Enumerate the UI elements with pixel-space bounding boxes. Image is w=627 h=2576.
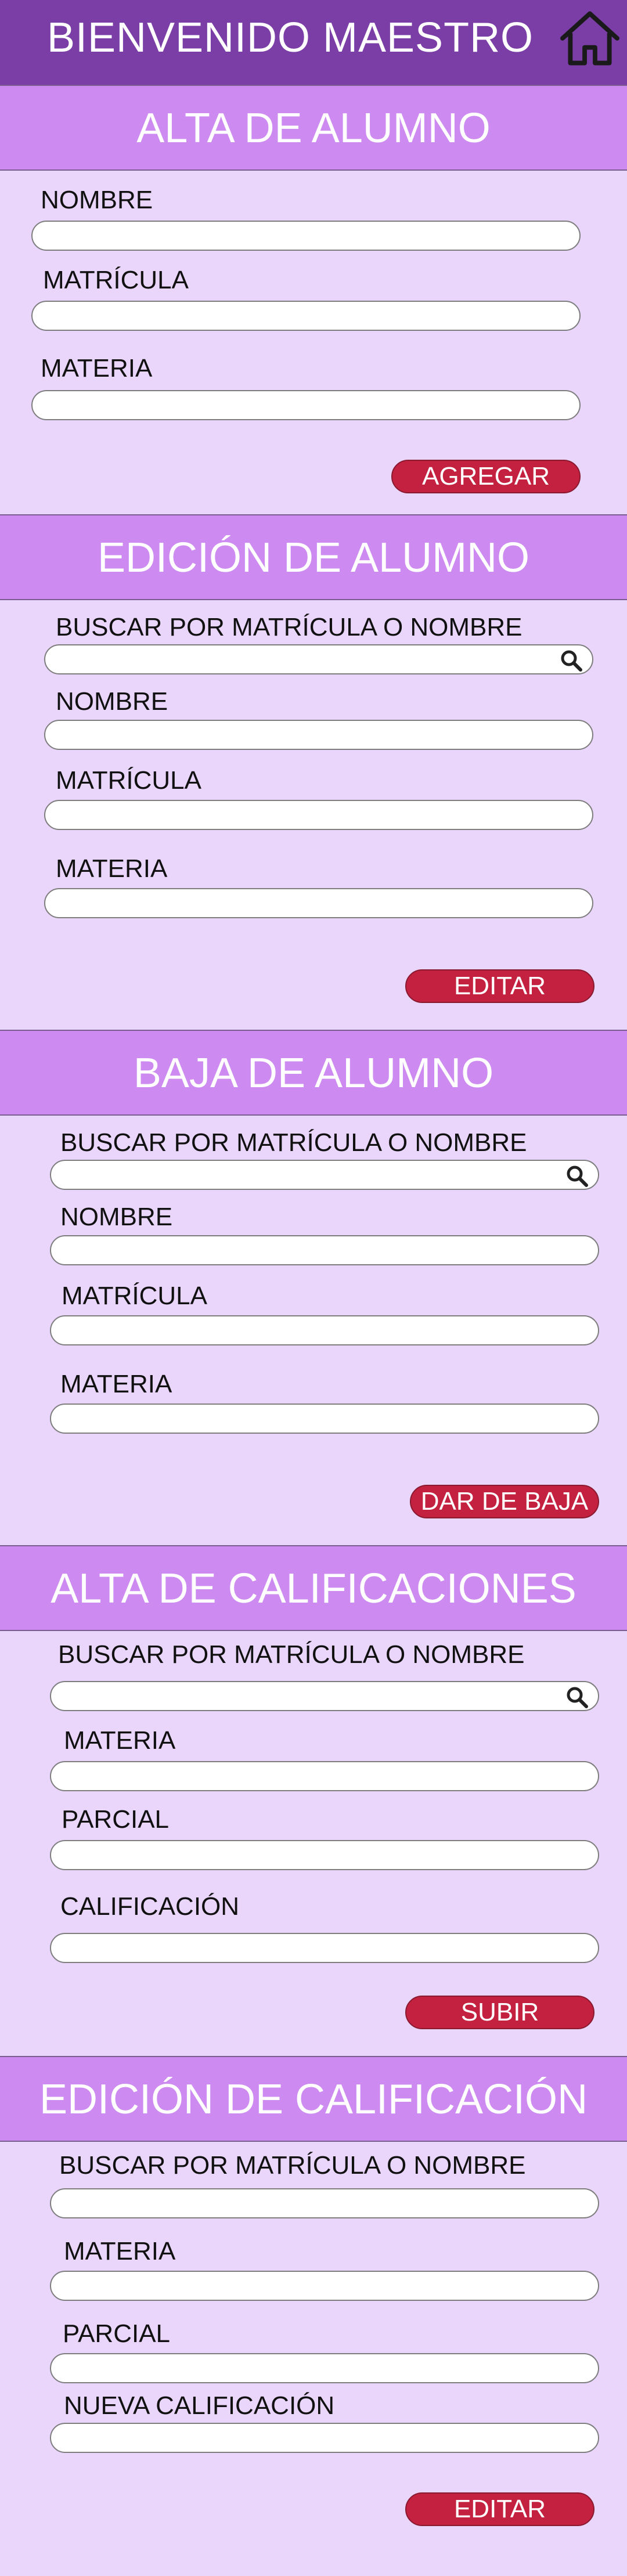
- search-input[interactable]: [50, 1160, 599, 1190]
- search-field: [50, 1681, 599, 1711]
- matricula-label: MATRÍCULA: [43, 266, 189, 294]
- parcial-label: PARCIAL: [63, 2319, 171, 2348]
- parcial-input[interactable]: [50, 2353, 599, 2383]
- calificacion-label: CALIFICACIÓN: [60, 1892, 240, 1921]
- search-input[interactable]: [50, 1681, 599, 1711]
- page-title: BIENVENIDO MAESTRO: [46, 15, 534, 61]
- search-label: BUSCAR POR MATRÍCULA O NOMBRE: [58, 1640, 525, 1669]
- search-icon[interactable]: [565, 1164, 589, 1188]
- home-icon[interactable]: [557, 6, 622, 71]
- section-title: ALTA DE CALIFICACIONES: [0, 1546, 627, 1631]
- top-bar: BIENVENIDO MAESTRO: [0, 0, 627, 85]
- matricula-label: MATRÍCULA: [62, 1282, 207, 1310]
- calificacion-input[interactable]: [50, 1933, 599, 1963]
- nombre-label: NOMBRE: [41, 186, 153, 214]
- subir-button[interactable]: SUBIR: [405, 1996, 594, 2029]
- section-alta-calificaciones: ALTA DE CALIFICACIONES BUSCAR POR MATRÍC…: [0, 1545, 627, 2056]
- matricula-input[interactable]: [44, 800, 593, 830]
- editar-calificacion-button[interactable]: EDITAR: [405, 2492, 594, 2526]
- nombre-label: NOMBRE: [60, 1203, 173, 1231]
- nombre-input[interactable]: [50, 1235, 599, 1265]
- materia-label: MATERIA: [64, 1726, 176, 1755]
- section-title: EDICIÓN DE CALIFICACIÓN: [0, 2057, 627, 2142]
- search-field: [44, 644, 593, 674]
- agregar-button[interactable]: AGREGAR: [391, 460, 581, 493]
- matricula-label: MATRÍCULA: [56, 766, 201, 795]
- materia-label: MATERIA: [41, 354, 153, 383]
- matricula-input[interactable]: [31, 301, 581, 331]
- search-label: BUSCAR POR MATRÍCULA O NOMBRE: [59, 2151, 526, 2180]
- search-label: BUSCAR POR MATRÍCULA O NOMBRE: [56, 613, 522, 641]
- search-input[interactable]: [50, 2188, 599, 2218]
- materia-input[interactable]: [31, 390, 581, 420]
- materia-input[interactable]: [50, 1761, 599, 1791]
- nueva-calificacion-input[interactable]: [50, 2423, 599, 2453]
- materia-input[interactable]: [50, 2271, 599, 2301]
- section-edicion-alumno: EDICIÓN DE ALUMNO BUSCAR POR MATRÍCULA O…: [0, 514, 627, 1030]
- search-input[interactable]: [44, 644, 593, 674]
- search-field: [50, 1160, 599, 1190]
- section-edicion-calificacion: EDICIÓN DE CALIFICACIÓN BUSCAR POR MATRÍ…: [0, 2056, 627, 2576]
- section-title: ALTA DE ALUMNO: [0, 86, 627, 171]
- parcial-input[interactable]: [50, 1840, 599, 1870]
- materia-input[interactable]: [44, 888, 593, 918]
- materia-label: MATERIA: [60, 1370, 172, 1398]
- search-icon[interactable]: [560, 649, 583, 672]
- materia-label: MATERIA: [56, 854, 168, 883]
- section-baja-alumno: BAJA DE ALUMNO BUSCAR POR MATRÍCULA O NO…: [0, 1030, 627, 1545]
- section-title: EDICIÓN DE ALUMNO: [0, 515, 627, 600]
- nueva-calificacion-label: NUEVA CALIFICACIÓN: [64, 2391, 335, 2420]
- search-label: BUSCAR POR MATRÍCULA O NOMBRE: [60, 1128, 527, 1157]
- nombre-label: NOMBRE: [56, 687, 168, 716]
- section-alta-alumno: ALTA DE ALUMNO NOMBRE MATRÍCULA MATERIA …: [0, 85, 627, 514]
- parcial-label: PARCIAL: [62, 1805, 170, 1834]
- nombre-input[interactable]: [44, 720, 593, 750]
- editar-button[interactable]: EDITAR: [405, 969, 594, 1003]
- section-title: BAJA DE ALUMNO: [0, 1031, 627, 1116]
- matricula-input[interactable]: [50, 1315, 599, 1345]
- materia-label: MATERIA: [64, 2237, 176, 2265]
- search-icon[interactable]: [565, 1686, 589, 1709]
- nombre-input[interactable]: [31, 221, 581, 251]
- materia-input[interactable]: [50, 1404, 599, 1434]
- dar-de-baja-button[interactable]: DAR DE BAJA: [410, 1485, 599, 1518]
